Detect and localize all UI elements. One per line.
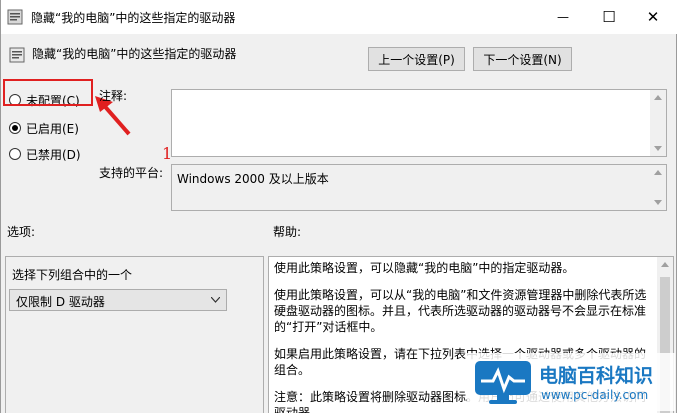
radio-enabled[interactable]: 已启用(E) [9, 119, 79, 137]
drive-dropdown[interactable]: 仅限制 D 驱动器 [9, 289, 227, 311]
supported-value: Windows 2000 及以上版本 [177, 172, 329, 186]
help-label: 帮助: [273, 225, 302, 239]
scroll-up-icon[interactable] [654, 95, 662, 100]
options-pane: 选择下列组合中的一个 仅限制 D 驱动器 [5, 256, 264, 413]
policy-title: 隐藏“我的电脑”中的这些指定的驱动器 [32, 47, 237, 61]
policy-window: 隐藏“我的电脑”中的这些指定的驱动器 — ☐ ✕ 隐藏“我的电脑”中的这些指定的… [0, 0, 677, 413]
radio-disabled[interactable]: 已禁用(D) [9, 145, 81, 163]
dropdown-value: 仅限制 D 驱动器 [16, 295, 105, 309]
comment-textarea[interactable] [171, 89, 667, 157]
help-paragraph: 使用此策略设置，可以隐藏“我的电脑”中的指定驱动器。 [274, 261, 575, 275]
radio-circle [9, 148, 21, 160]
radio-label: 已禁用(D) [26, 147, 81, 162]
watermark-url: www.pc-daily.com [541, 388, 649, 402]
setting-icon [9, 47, 25, 63]
close-button[interactable]: ✕ [630, 0, 676, 34]
prev-setting-button[interactable]: 上一个设置(P) [368, 47, 465, 71]
help-paragraph: 使用此策略设置，可以从“我的电脑”和文件资源管理器中删除代表所选硬盘驱动器的图标… [274, 288, 647, 334]
monitor-logo-icon [475, 361, 531, 404]
maximize-button[interactable]: ☐ [586, 0, 632, 34]
watermark-title: 电脑百科知识 [539, 365, 654, 387]
annotation-highlight-box [3, 79, 93, 106]
title-bar[interactable]: 隐藏“我的电脑”中的这些指定的驱动器 — ☐ ✕ [1, 0, 677, 34]
minimize-icon: — [557, 10, 569, 24]
scroll-down-icon[interactable] [654, 200, 662, 205]
supported-scrollbar[interactable] [650, 165, 666, 210]
comment-scrollbar[interactable] [650, 90, 666, 156]
scroll-up-icon[interactable] [661, 262, 669, 267]
comment-label: 注释: [99, 89, 128, 103]
supported-label: 支持的平台: [99, 166, 164, 180]
maximize-icon: ☐ [602, 8, 616, 26]
scroll-up-icon[interactable] [654, 170, 662, 175]
minimize-button[interactable]: — [540, 0, 586, 34]
watermark: 电脑百科知识 www.pc-daily.com [467, 353, 675, 411]
policy-icon [7, 9, 23, 25]
scroll-down-icon[interactable] [654, 146, 662, 151]
next-setting-button[interactable]: 下一个设置(N) [473, 47, 572, 71]
close-icon: ✕ [646, 8, 660, 26]
combo-caption: 选择下列组合中的一个 [12, 268, 133, 282]
window-title: 隐藏“我的电脑”中的这些指定的驱动器 [31, 11, 236, 25]
radio-circle [9, 122, 21, 134]
options-label: 选项: [7, 225, 36, 239]
chevron-down-icon [211, 297, 220, 303]
radio-label: 已启用(E) [26, 121, 79, 136]
supported-field: Windows 2000 及以上版本 [171, 164, 667, 211]
